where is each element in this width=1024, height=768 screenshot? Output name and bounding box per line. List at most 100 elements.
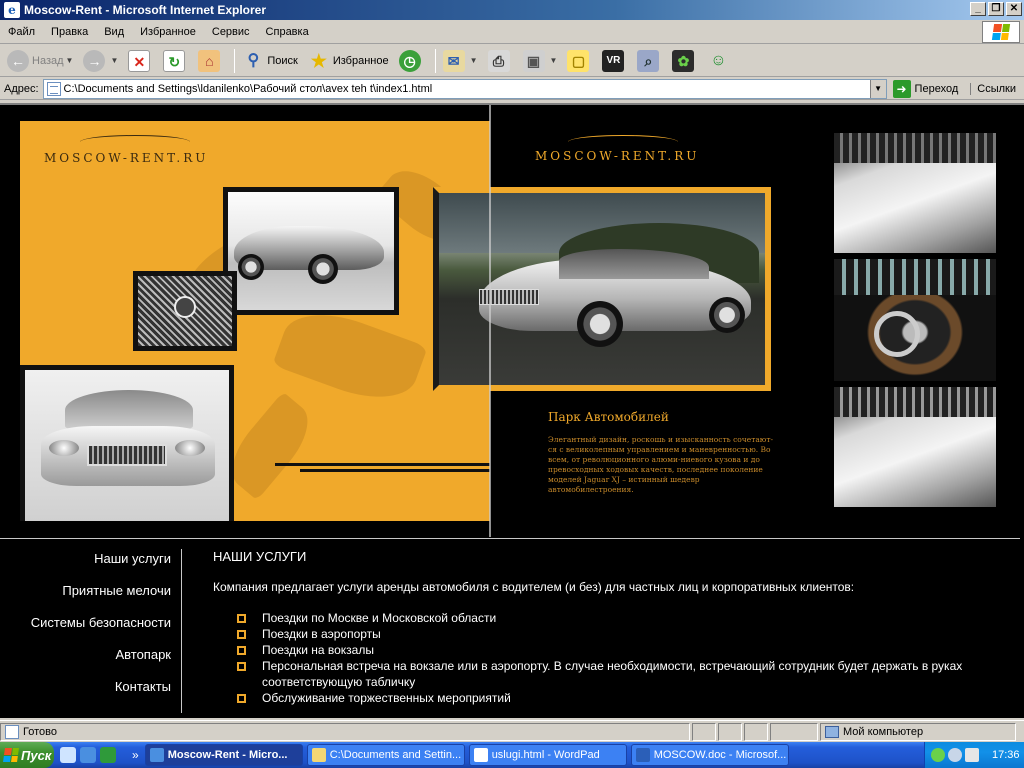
icq-button[interactable]: ✿ — [669, 48, 700, 74]
windows-flag-icon — [3, 748, 19, 762]
site-nav: Наши услуги Приятные мелочи Системы безо… — [0, 549, 182, 713]
task-explorer[interactable]: C:\Documents and Settin... — [306, 744, 465, 766]
status-cell — [770, 722, 818, 741]
links-button[interactable]: Ссылки — [970, 82, 1016, 95]
stop-button[interactable]: ✕ — [125, 48, 156, 74]
start-label: Пуск — [21, 747, 52, 763]
car-side-photo — [223, 187, 399, 315]
toolbar-separator — [234, 48, 236, 73]
fleet-title: Парк Автомобилей — [548, 410, 669, 424]
forward-button[interactable]: → ▼ — [80, 48, 121, 74]
print-button[interactable]: ⎙ — [485, 48, 516, 74]
site-logo[interactable]: MOSCOW-RENT.RU — [44, 151, 208, 165]
research-button[interactable]: ⌕ — [634, 48, 665, 74]
favorites-label: Избранное — [332, 54, 389, 67]
nav-fleet[interactable]: Автопарк — [115, 647, 171, 662]
go-label: Переход — [914, 82, 959, 95]
nav-contacts[interactable]: Контакты — [115, 679, 171, 694]
site-logo-secondary[interactable]: MOSCOW-RENT.RU — [535, 149, 699, 163]
stop-icon: ✕ — [128, 49, 151, 72]
page-edge — [1020, 105, 1024, 718]
minimize-button[interactable]: _ — [970, 2, 986, 16]
chevron-down-icon[interactable]: ▼ — [470, 56, 478, 65]
vr-icon: VR — [602, 49, 625, 72]
services-intro: Компания предлагает услуги аренды автомо… — [213, 580, 855, 594]
network-tray-icon[interactable] — [948, 748, 962, 762]
discuss-button[interactable]: ▢ — [564, 48, 595, 74]
mail-button[interactable]: ✉ ▼ — [440, 48, 481, 74]
car-silhouette-icon — [568, 135, 678, 149]
start-button[interactable]: Пуск — [0, 742, 54, 768]
interior-seat-photo — [834, 387, 996, 507]
word-icon — [635, 748, 650, 762]
windows-logo-icon — [982, 21, 1020, 43]
page-icon — [5, 724, 19, 739]
chevron-down-icon[interactable]: ▼ — [66, 56, 74, 65]
zone-cell: Мой компьютер — [820, 722, 1016, 741]
list-item: Поездки в аэропорты — [237, 626, 1003, 642]
history-button[interactable]: ◷ — [396, 48, 427, 74]
nav-security[interactable]: Системы безопасности — [31, 615, 171, 630]
maximize-button[interactable]: ❐ — [988, 2, 1004, 16]
icq-tray-icon[interactable] — [931, 748, 945, 762]
show-desktop-icon[interactable] — [60, 747, 76, 763]
page-viewport: MOSCOW-RENT.RU MOSCOW-RENT.RU Парк Автом… — [0, 103, 1024, 718]
menu-view[interactable]: Вид — [96, 26, 132, 38]
volume-tray-icon[interactable] — [965, 748, 979, 762]
chevron-down-icon[interactable]: ▼ — [869, 79, 886, 98]
menu-help[interactable]: Справка — [258, 26, 317, 38]
back-label: Назад — [32, 54, 64, 67]
list-item: Поездки на вокзалы — [237, 642, 1003, 658]
list-item: Поездки по Москве и Московской области — [237, 610, 1003, 626]
search-icon: ⚲ — [247, 51, 260, 69]
square-bullet-icon — [237, 662, 246, 671]
close-button[interactable]: ✕ — [1006, 2, 1022, 16]
section-heading: НАШИ УСЛУГИ — [213, 549, 307, 564]
go-button[interactable]: ➜ Переход — [892, 79, 959, 98]
more-quicklaunch-button[interactable]: » — [132, 748, 139, 762]
fleet-description: Элегантный дизайн, роскошь и изысканност… — [548, 435, 774, 494]
chevron-down-icon[interactable]: ▼ — [110, 56, 118, 65]
interior-dashboard-photo — [834, 259, 996, 381]
history-icon: ◷ — [398, 49, 421, 72]
menu-file[interactable]: Файл — [0, 26, 43, 38]
status-bar: Готово Мой компьютер — [0, 720, 1024, 742]
status-cell — [692, 722, 716, 741]
address-value[interactable]: C:\Documents and Settings\ldanilenko\Раб… — [64, 83, 433, 95]
ie-icon: e — [4, 2, 20, 18]
favorites-button[interactable]: ★ Избранное — [305, 48, 392, 74]
go-arrow-icon: ➜ — [892, 79, 911, 98]
my-computer-icon — [825, 725, 839, 738]
main-car-photo — [433, 187, 771, 391]
vr-button[interactable]: VR — [599, 48, 630, 74]
nav-extras[interactable]: Приятные мелочи — [62, 583, 171, 598]
edit-page-icon: ▣ — [522, 49, 545, 72]
back-button[interactable]: ← Назад ▼ — [4, 48, 76, 74]
refresh-button[interactable]: ↻ — [160, 48, 191, 74]
task-word[interactable]: MOSCOW.doc - Microsof... — [630, 744, 789, 766]
task-wordpad[interactable]: uslugi.html - WordPad — [468, 744, 627, 766]
toolbar: ← Назад ▼ → ▼ ✕ ↻ ⌂ ⚲ Поиск ★ Избранное … — [0, 45, 1024, 77]
system-tray: 17:36 — [924, 742, 1024, 768]
menu-bar: Файл Правка Вид Избранное Сервис Справка — [0, 20, 1024, 44]
toolbar-separator — [434, 48, 436, 73]
ie-quicklaunch-icon[interactable] — [80, 747, 96, 763]
car-grille-photo — [133, 271, 237, 351]
menu-favorites[interactable]: Избранное — [132, 26, 204, 38]
nav-services[interactable]: Наши услуги — [94, 551, 171, 566]
window-titlebar: e Moscow-Rent - Microsoft Internet Explo… — [0, 0, 1024, 20]
menu-tools[interactable]: Сервис — [204, 26, 258, 38]
home-button[interactable]: ⌂ — [195, 48, 226, 74]
clock[interactable]: 17:36 — [992, 749, 1020, 761]
edit-button[interactable]: ▣ ▼ — [520, 48, 561, 74]
excel-quicklaunch-icon[interactable] — [100, 747, 116, 763]
messenger-button[interactable]: ☺ — [704, 48, 735, 74]
window-title: Moscow-Rent - Microsoft Internet Explore… — [24, 3, 267, 17]
decor-stripes — [275, 463, 490, 475]
address-input[interactable]: C:\Documents and Settings\ldanilenko\Раб… — [42, 78, 887, 99]
chevron-down-icon[interactable]: ▼ — [550, 56, 558, 65]
search-button[interactable]: ⚲ Поиск — [239, 48, 300, 74]
menu-edit[interactable]: Правка — [43, 26, 96, 38]
task-ie[interactable]: Moscow-Rent - Micro... — [144, 744, 303, 766]
square-bullet-icon — [237, 694, 246, 703]
